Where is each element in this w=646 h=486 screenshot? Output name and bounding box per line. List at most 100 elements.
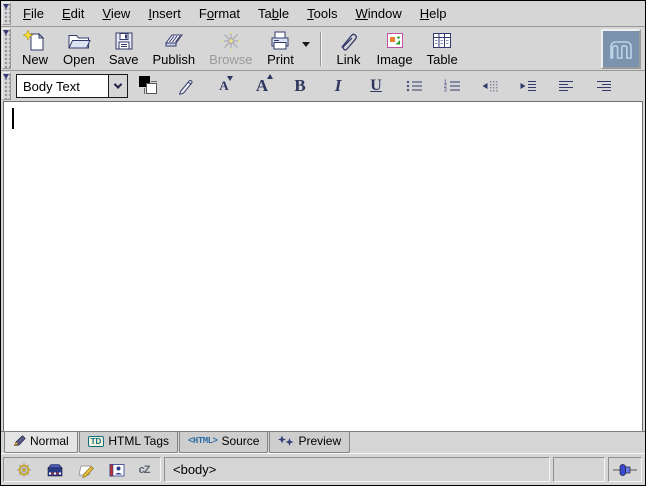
- align-left-icon: [557, 78, 575, 94]
- new-button[interactable]: New: [14, 28, 56, 70]
- paragraph-format-value: Body Text: [17, 75, 108, 97]
- menu-label: Tools: [307, 6, 337, 21]
- print-button[interactable]: Print: [259, 28, 301, 70]
- tab-html-tags[interactable]: TD HTML Tags: [79, 432, 178, 453]
- toolbar-separator: [320, 32, 322, 66]
- component-bar: cZ: [3, 457, 161, 482]
- menu-label: Edit: [62, 6, 84, 21]
- tab-preview[interactable]: Preview: [269, 432, 350, 453]
- highlight-button[interactable]: [168, 73, 204, 99]
- tab-normal[interactable]: Normal: [4, 432, 78, 453]
- mozilla-throbber-button[interactable]: [601, 29, 641, 69]
- mozilla-m-logo-icon: [606, 36, 636, 62]
- tag-breadcrumb-panel: <body>: [164, 457, 550, 482]
- toolbar-grippy[interactable]: [2, 72, 11, 100]
- bullet-list-button[interactable]: [396, 73, 432, 99]
- menu-insert[interactable]: Insert: [139, 1, 190, 26]
- italic-button[interactable]: I: [320, 73, 356, 99]
- online-status-panel: [608, 457, 642, 482]
- browse-icon: [218, 29, 244, 53]
- menu-tools[interactable]: Tools: [298, 1, 346, 26]
- open-button[interactable]: Open: [56, 28, 102, 70]
- background-color-swatch: [146, 83, 157, 94]
- text-color-picker[interactable]: [136, 74, 162, 98]
- bold-icon: B: [294, 76, 305, 96]
- starburst-icon: [278, 435, 294, 447]
- menu-table[interactable]: Table: [249, 1, 298, 26]
- menu-edit[interactable]: Edit: [53, 1, 93, 26]
- outdent-icon: [481, 78, 499, 94]
- pen-icon: [13, 435, 26, 447]
- highlight-pen-icon: [176, 77, 196, 95]
- combo-dropdown-button[interactable]: [108, 75, 127, 97]
- menu-label: View: [102, 6, 130, 21]
- new-page-icon: [22, 29, 48, 53]
- tab-label: Normal: [30, 434, 69, 448]
- tab-source[interactable]: <HTML> Source: [179, 432, 268, 453]
- menubar: File Edit View Insert Format Table Tools…: [1, 1, 645, 27]
- image-button[interactable]: Image: [369, 28, 419, 70]
- menu-format[interactable]: Format: [190, 1, 249, 26]
- toolbar-grippy[interactable]: [2, 28, 11, 69]
- menu-label: Table: [258, 6, 289, 21]
- underline-icon: U: [370, 77, 382, 95]
- menu-label: File: [23, 6, 44, 21]
- composer-window: File Edit View Insert Format Table Tools…: [0, 0, 646, 486]
- align-right-button[interactable]: [586, 73, 622, 99]
- button-label: Browse: [209, 53, 252, 67]
- link-icon: [335, 29, 361, 53]
- status-bar: cZ <body>: [1, 454, 645, 485]
- table-icon: [429, 29, 455, 53]
- increase-font-button[interactable]: A: [244, 73, 280, 99]
- numbered-list-button[interactable]: 123: [434, 73, 470, 99]
- button-label: Print: [267, 53, 294, 67]
- link-button[interactable]: Link: [327, 28, 369, 70]
- save-button[interactable]: Save: [102, 28, 146, 70]
- align-right-icon: [595, 78, 613, 94]
- print-icon: [267, 29, 293, 53]
- document-edit-area[interactable]: [3, 101, 643, 431]
- menu-label: Insert: [148, 6, 181, 21]
- decrease-font-button[interactable]: A: [206, 73, 242, 99]
- color-tick: [151, 81, 157, 82]
- print-button-group: Print: [259, 28, 315, 70]
- menu-label: Help: [420, 6, 447, 21]
- bold-button[interactable]: B: [282, 73, 318, 99]
- publish-button[interactable]: Publish: [145, 28, 202, 70]
- indent-button[interactable]: [510, 73, 546, 99]
- paragraph-format-select[interactable]: Body Text: [16, 74, 128, 98]
- format-toolbar: Body Text A A B I U: [1, 71, 645, 101]
- arrow-down-icon: [227, 76, 233, 81]
- button-label: New: [22, 53, 48, 67]
- edit-mode-tabbar: Normal TD HTML Tags <HTML> Source Previe…: [1, 431, 645, 454]
- menu-view[interactable]: View: [93, 1, 139, 26]
- image-icon: [382, 29, 408, 53]
- outdent-button[interactable]: [472, 73, 508, 99]
- menu-file[interactable]: File: [14, 1, 53, 26]
- menu-help[interactable]: Help: [411, 1, 456, 26]
- increase-font-icon: A: [256, 76, 268, 96]
- navigator-icon[interactable]: [15, 462, 33, 478]
- composer-icon[interactable]: [77, 462, 95, 478]
- table-button[interactable]: Table: [420, 28, 465, 70]
- mail-icon[interactable]: [46, 462, 64, 478]
- progress-panel: [553, 457, 605, 482]
- toolbar-grippy[interactable]: [2, 2, 11, 25]
- html-brackets-icon: <HTML>: [188, 436, 217, 446]
- button-label: Save: [109, 53, 139, 67]
- menu-window[interactable]: Window: [347, 1, 411, 26]
- address-book-icon[interactable]: [108, 462, 126, 478]
- underline-button[interactable]: U: [358, 73, 394, 99]
- text-caret: [12, 108, 14, 129]
- button-label: Open: [63, 53, 95, 67]
- save-icon: [111, 29, 137, 53]
- print-dropdown-arrow-icon[interactable]: [302, 42, 310, 47]
- italic-icon: I: [335, 76, 342, 96]
- tag-breadcrumb[interactable]: <body>: [173, 462, 216, 477]
- chatzilla-icon[interactable]: cZ: [139, 464, 150, 476]
- button-label: Publish: [152, 53, 195, 67]
- align-left-button[interactable]: [548, 73, 584, 99]
- plug-icon[interactable]: [612, 463, 638, 477]
- browse-button[interactable]: Browse: [202, 28, 259, 70]
- svg-text:3: 3: [444, 88, 447, 94]
